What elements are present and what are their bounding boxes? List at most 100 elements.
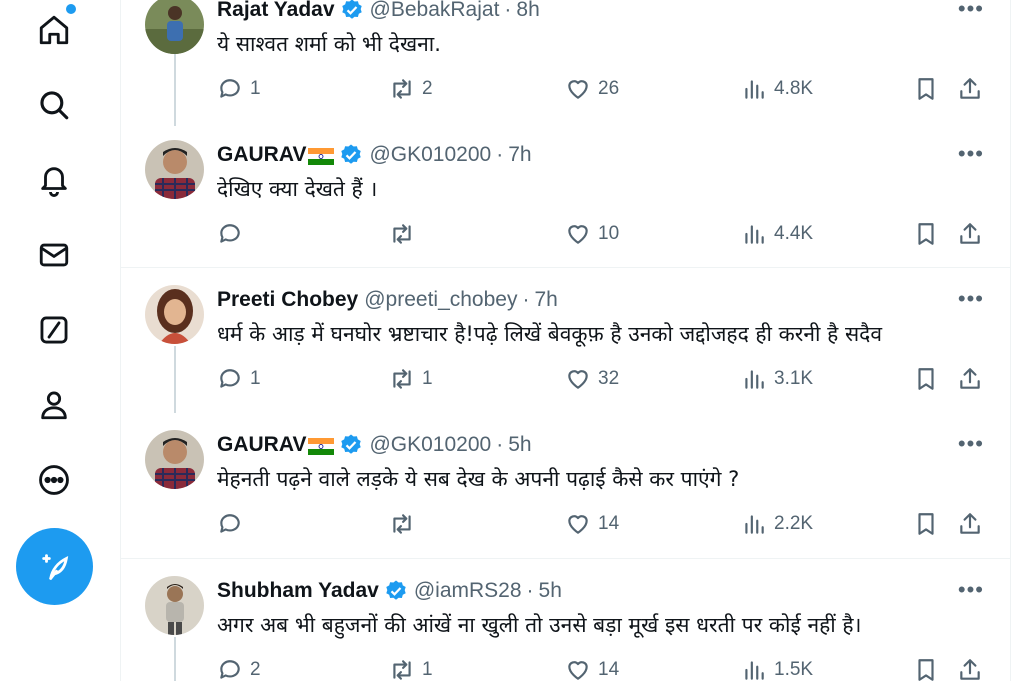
- share-button[interactable]: [957, 366, 983, 397]
- post-text: धर्म के आड़ में घनघोर भ्रष्टाचार है!पढ़े…: [217, 322, 883, 346]
- nav-profile[interactable]: [24, 375, 84, 435]
- views-button[interactable]: 4.4K: [741, 221, 813, 247]
- compose-post-button[interactable]: [16, 528, 93, 605]
- post-time[interactable]: 8h: [516, 0, 539, 22]
- reply-button[interactable]: 1: [217, 366, 261, 392]
- repost-icon: [393, 79, 411, 99]
- reply-icon: [220, 660, 240, 679]
- like-button[interactable]: 32: [565, 366, 619, 392]
- repost-icon: [393, 660, 411, 680]
- more-options-button[interactable]: •••: [958, 577, 984, 603]
- views-button[interactable]: 3.1K: [741, 366, 813, 392]
- heart-icon: [568, 661, 588, 680]
- bookmark-button[interactable]: [913, 76, 939, 107]
- nav-search[interactable]: [24, 75, 84, 135]
- reply-icon: [220, 369, 240, 388]
- share-button[interactable]: [957, 76, 983, 107]
- post-time[interactable]: 7h: [508, 143, 531, 167]
- author-name[interactable]: GAURAV: [217, 433, 306, 457]
- nav-notifications[interactable]: [24, 150, 84, 210]
- post-time[interactable]: 5h: [508, 433, 531, 457]
- reply-button[interactable]: 2: [217, 657, 261, 683]
- nav-more[interactable]: [24, 450, 84, 510]
- post[interactable]: Shubham Yadav @iamRS28 · 5h ••• अगर अब भ…: [121, 559, 1010, 681]
- repost-button[interactable]: 1: [389, 366, 433, 392]
- author-name[interactable]: Shubham Yadav: [217, 579, 379, 603]
- compose-post-icon: [41, 553, 68, 580]
- post[interactable]: Rajat Yadav @BebakRajat · 8h ••• ये साश्…: [121, 0, 1010, 126]
- avatar[interactable]: [145, 0, 204, 54]
- post-time[interactable]: 7h: [534, 288, 557, 312]
- repost-button[interactable]: [389, 511, 422, 537]
- post-header: GAURAV @GK010200 · 7h: [217, 143, 532, 167]
- views-icon: [745, 515, 764, 534]
- author-handle[interactable]: @GK010200: [369, 433, 491, 457]
- view-count: 3.1K: [774, 368, 814, 389]
- post[interactable]: GAURAV @GK010200 · 7h ••• देखिए क्या देख…: [121, 126, 1010, 267]
- views-button[interactable]: 1.5K: [741, 657, 813, 683]
- share-icon: [960, 78, 980, 99]
- more-options-button[interactable]: •••: [958, 286, 984, 312]
- bookmark-button[interactable]: [913, 366, 939, 397]
- like-count: 10: [598, 223, 620, 244]
- share-icon: [960, 513, 980, 534]
- avatar[interactable]: [145, 430, 204, 489]
- share-icon: [960, 368, 980, 389]
- avatar[interactable]: [145, 285, 204, 344]
- repost-button[interactable]: 1: [389, 657, 433, 683]
- view-count: 4.4K: [774, 223, 814, 244]
- avatar[interactable]: [145, 576, 204, 635]
- author-name[interactable]: Preeti Chobey: [217, 288, 358, 312]
- repost-button[interactable]: [389, 221, 422, 247]
- reply-button[interactable]: [217, 511, 250, 537]
- nav-home[interactable]: [24, 0, 84, 60]
- author-handle[interactable]: @iamRS28: [414, 579, 522, 603]
- like-count: 26: [598, 78, 620, 99]
- views-button[interactable]: 4.8K: [741, 76, 813, 102]
- post-actions: 2 1 14 1.5K: [217, 657, 997, 687]
- messages-icon: [39, 243, 69, 267]
- post-header: Shubham Yadav @iamRS28 · 5h: [217, 579, 562, 603]
- bookmark-button[interactable]: [913, 657, 939, 688]
- share-button[interactable]: [957, 511, 983, 542]
- nav-grok[interactable]: [24, 300, 84, 360]
- more-options-button[interactable]: •••: [958, 141, 984, 167]
- reply-count: 1: [250, 368, 261, 389]
- more-options-button[interactable]: •••: [958, 0, 984, 22]
- more-options-button[interactable]: •••: [958, 431, 984, 457]
- repost-button[interactable]: 2: [389, 76, 433, 102]
- nav-messages[interactable]: [24, 225, 84, 285]
- repost-count: 1: [422, 659, 433, 680]
- author-name[interactable]: GAURAV: [217, 143, 306, 167]
- post-text: ये साश्वत शर्मा को भी देखना.: [217, 32, 441, 56]
- author-handle[interactable]: @preeti_chobey: [364, 288, 517, 312]
- reply-button[interactable]: 1: [217, 76, 261, 102]
- post-actions: 1 2 26 4.8K: [217, 76, 997, 106]
- bookmark-icon: [918, 659, 934, 681]
- post[interactable]: GAURAV @GK010200 · 5h ••• मेहनती पढ़ने व…: [121, 413, 1010, 558]
- share-button[interactable]: [957, 657, 983, 688]
- views-icon: [745, 661, 764, 680]
- bookmark-button[interactable]: [913, 511, 939, 542]
- like-button[interactable]: 10: [565, 221, 619, 247]
- repost-icon: [393, 514, 411, 534]
- post-actions: 14 2.2K: [217, 511, 997, 541]
- views-button[interactable]: 2.2K: [741, 511, 813, 537]
- like-button[interactable]: 14: [565, 657, 619, 683]
- avatar[interactable]: [145, 140, 204, 199]
- bookmark-button[interactable]: [913, 221, 939, 252]
- share-button[interactable]: [957, 221, 983, 252]
- post-time[interactable]: 5h: [539, 579, 562, 603]
- like-button[interactable]: 26: [565, 76, 619, 102]
- like-count: 32: [598, 368, 620, 389]
- separator: ·: [496, 143, 504, 166]
- author-name[interactable]: Rajat Yadav: [217, 0, 335, 22]
- like-button[interactable]: 14: [565, 511, 619, 537]
- separator: ·: [526, 579, 534, 602]
- author-handle[interactable]: @BebakRajat: [370, 0, 500, 22]
- share-icon: [960, 659, 980, 680]
- reply-button[interactable]: [217, 221, 250, 247]
- author-handle[interactable]: @GK010200: [369, 143, 491, 167]
- post[interactable]: Preeti Chobey @preeti_chobey · 7h ••• धर…: [121, 268, 1010, 413]
- repost-icon: [393, 369, 411, 389]
